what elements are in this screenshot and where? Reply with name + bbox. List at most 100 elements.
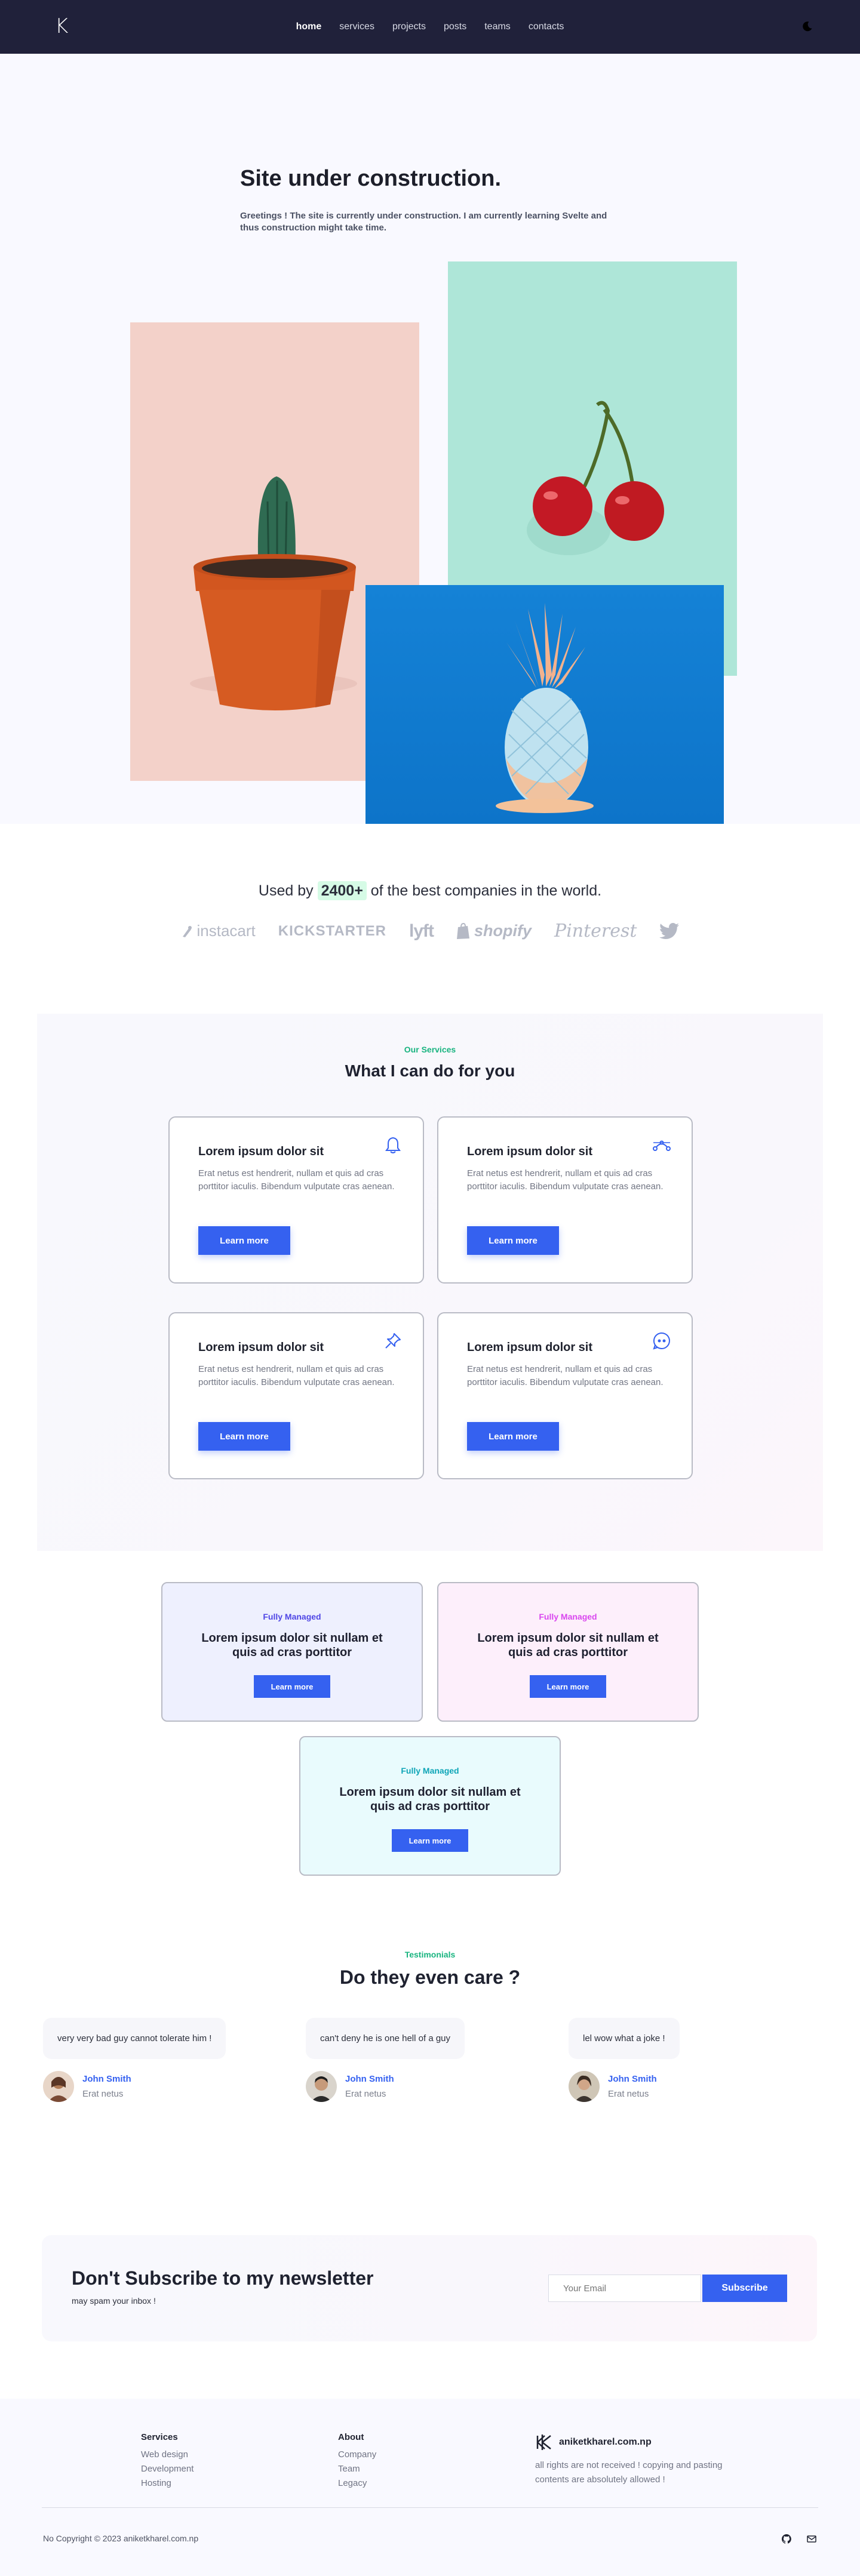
used-by-text: Used by 2400+ of the best companies in t… — [258, 881, 602, 900]
testimonials-title: Do they even care ? — [339, 1966, 521, 1988]
footer-column-title: Services — [141, 2432, 178, 2442]
copyright-text: No Copyright © 2023 aniketkharel.com.np — [43, 2534, 199, 2543]
testimonial-role: Erat netus — [608, 2089, 649, 2099]
service-card: Lorem ipsum dolor sit Erat netus est hen… — [168, 1312, 424, 1479]
testimonials-section: Testimonials Do they even care ? very ve… — [0, 1921, 860, 2220]
instacart-logo: instacart — [180, 922, 256, 940]
footer-column-services: Services Web design Development Hosting — [141, 2432, 194, 2492]
nav-link-services[interactable]: services — [339, 21, 374, 32]
service-card-body: Erat netus est hendrerit, nullam et quis… — [198, 1364, 395, 1387]
lyft-logo: lyft — [409, 921, 434, 941]
footer-brand: aniketkharel.com.np all rights are not r… — [535, 2433, 726, 2487]
avatar — [569, 2071, 600, 2102]
email-field[interactable] — [548, 2275, 701, 2302]
nav-link-posts[interactable]: posts — [444, 21, 466, 32]
learn-more-button[interactable]: Learn more — [467, 1226, 559, 1255]
nav-links: home services projects posts teams conta… — [0, 0, 860, 54]
managed-card-title: Lorem ipsum dolor sit nullam et quis ad … — [339, 1786, 521, 1813]
learn-more-button[interactable]: Learn more — [198, 1226, 290, 1255]
services-kicker: Our Services — [404, 1045, 456, 1054]
kickstarter-logo: KICKSTARTER — [278, 922, 386, 939]
nav-link-teams[interactable]: teams — [484, 21, 511, 32]
avatar — [306, 2071, 337, 2102]
learn-more-button[interactable]: Learn more — [392, 1829, 468, 1852]
service-card-body: Erat netus est hendrerit, nullam et quis… — [467, 1168, 664, 1192]
brand-logo-icon — [536, 2435, 551, 2450]
testimonial-author: John Smith Erat netus — [306, 2071, 465, 2102]
learn-more-button[interactable]: Learn more — [198, 1422, 290, 1451]
footer-brand-text: all rights are not received ! copying an… — [535, 2460, 723, 2485]
site-footer: Services Web design Development Hosting … — [0, 2399, 860, 2576]
service-card: Lorem ipsum dolor sit Erat netus est hen… — [168, 1116, 424, 1284]
newsletter-subtitle: may spam your inbox ! — [72, 2296, 156, 2306]
subscribe-button[interactable]: Subscribe — [702, 2275, 787, 2302]
companies-section: Used by 2400+ of the best companies in t… — [0, 824, 860, 1014]
testimonial-name[interactable]: John Smith — [608, 2074, 657, 2084]
footer-brand-name: aniketkharel.com.np — [559, 2437, 652, 2447]
newsletter-title: Don't Subscribe to my newsletter — [72, 2267, 374, 2289]
managed-card-title: Lorem ipsum dolor sit nullam et quis ad … — [201, 1632, 383, 1659]
services-section: Our Services What I can do for you Lorem… — [37, 1014, 823, 1551]
services-title: What I can do for you — [345, 1061, 515, 1080]
testimonial-role: Erat netus — [82, 2089, 124, 2099]
testimonial: very very bad guy cannot tolerate him ! … — [43, 2018, 226, 2102]
footer-link[interactable]: Web design — [141, 2449, 194, 2460]
footer-column-about: About Company Team Legacy — [338, 2432, 376, 2492]
testimonial-quote: can't deny he is one hell of a guy — [306, 2018, 465, 2059]
service-card-title: Lorem ipsum dolor sit — [198, 1145, 324, 1158]
newsletter-section: Don't Subscribe to my newsletter may spa… — [0, 2220, 860, 2399]
nav-link-home[interactable]: home — [296, 21, 322, 32]
learn-more-button[interactable]: Learn more — [530, 1675, 606, 1698]
managed-card: Fully Managed Lorem ipsum dolor sit null… — [437, 1582, 699, 1722]
footer-link[interactable]: Team — [338, 2464, 376, 2474]
testimonial-author: John Smith Erat netus — [569, 2071, 680, 2102]
testimonial-name[interactable]: John Smith — [345, 2074, 394, 2084]
pin-icon — [385, 1333, 401, 1349]
top-nav: K home services projects posts teams con… — [0, 0, 860, 54]
footer-link[interactable]: Hosting — [141, 2478, 194, 2488]
twitter-bird-icon — [659, 922, 680, 939]
footer-link[interactable]: Development — [141, 2464, 194, 2474]
footer-link[interactable]: Legacy — [338, 2478, 376, 2488]
testimonial-role: Erat netus — [345, 2089, 386, 2099]
bell-icon — [385, 1137, 401, 1153]
service-card-title: Lorem ipsum dolor sit — [198, 1341, 324, 1354]
managed-card-title: Lorem ipsum dolor sit nullam et quis ad … — [477, 1632, 659, 1659]
moon-icon[interactable] — [801, 20, 813, 32]
company-logos: instacart KICKSTARTER lyft shopify Pinte… — [0, 921, 860, 941]
hero-section: Site under construction. Greetings ! The… — [0, 54, 860, 824]
testimonial: can't deny he is one hell of a guy John … — [306, 2018, 465, 2102]
service-card: Lorem ipsum dolor sit Erat netus est hen… — [437, 1312, 693, 1479]
github-icon[interactable] — [781, 2534, 792, 2544]
shopify-logo: shopify — [456, 922, 532, 940]
testimonial-quote: very very bad guy cannot tolerate him ! — [43, 2018, 226, 2059]
nav-link-projects[interactable]: projects — [392, 21, 426, 32]
avatar — [43, 2071, 74, 2102]
bezier-curve-icon — [653, 1140, 671, 1151]
service-card-title: Lorem ipsum dolor sit — [467, 1145, 593, 1158]
hero-title: Site under construction. — [240, 166, 502, 191]
managed-card-kicker: Fully Managed — [401, 1766, 459, 1775]
newsletter-box: Don't Subscribe to my newsletter may spa… — [42, 2235, 817, 2341]
nav-link-contacts[interactable]: contacts — [529, 21, 564, 32]
footer-link[interactable]: Company — [338, 2449, 376, 2460]
company-count-badge: 2400+ — [317, 881, 367, 900]
testimonial-author: John Smith Erat netus — [43, 2071, 226, 2102]
quote-bubble-icon — [653, 1332, 670, 1350]
hero-subtitle: Greetings ! The site is currently under … — [240, 211, 607, 233]
service-card-title: Lorem ipsum dolor sit — [467, 1341, 593, 1354]
footer-column-title: About — [338, 2432, 364, 2442]
mail-icon[interactable] — [806, 2534, 817, 2544]
managed-card: Fully Managed Lorem ipsum dolor sit null… — [161, 1582, 423, 1722]
pinterest-logo: Pinterest — [554, 921, 637, 941]
testimonial-name[interactable]: John Smith — [82, 2074, 131, 2084]
learn-more-button[interactable]: Learn more — [467, 1422, 559, 1451]
service-card-body: Erat netus est hendrerit, nullam et quis… — [198, 1168, 395, 1192]
footer-divider — [42, 2507, 818, 2508]
managed-section: Fully Managed Lorem ipsum dolor sit null… — [0, 1551, 860, 1921]
testimonial-quote: lel wow what a joke ! — [569, 2018, 680, 2059]
learn-more-button[interactable]: Learn more — [254, 1675, 330, 1698]
managed-card-kicker: Fully Managed — [263, 1612, 321, 1621]
testimonial: lel wow what a joke ! John Smith Erat ne… — [569, 2018, 680, 2102]
managed-card-kicker: Fully Managed — [539, 1612, 597, 1621]
